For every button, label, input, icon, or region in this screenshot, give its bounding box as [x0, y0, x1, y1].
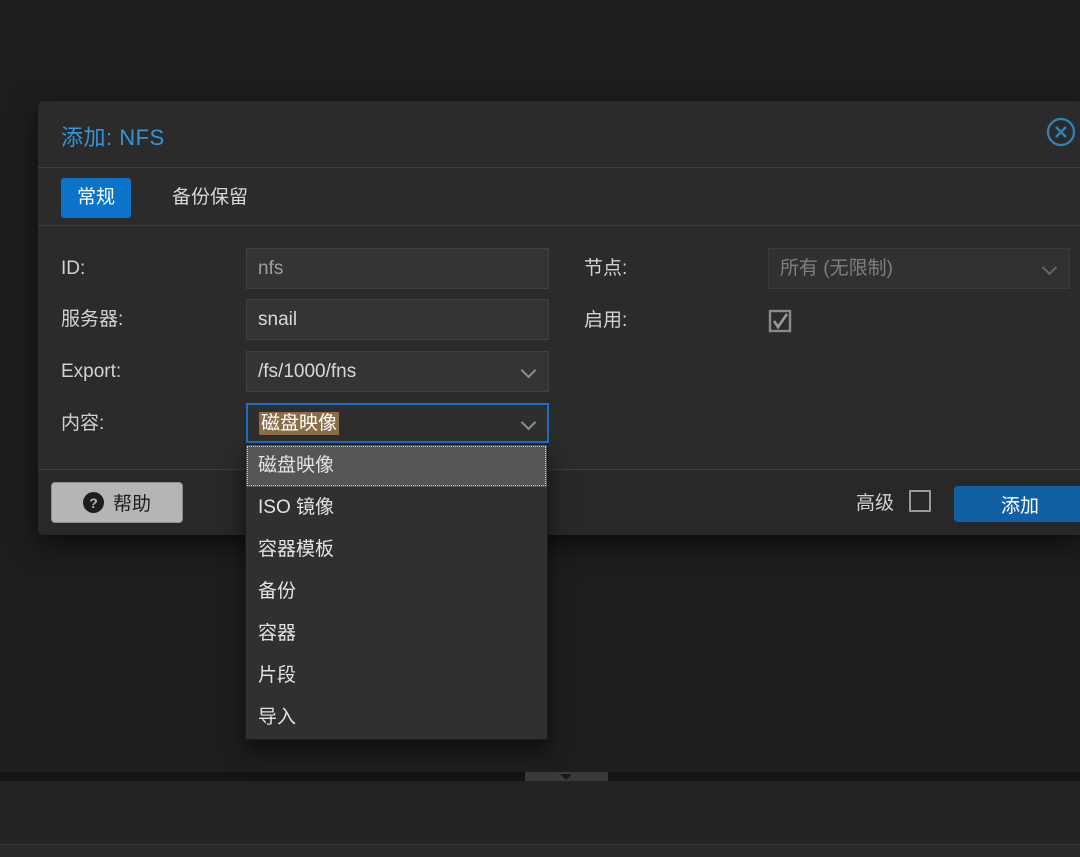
server-label: 服务器: — [61, 299, 231, 340]
dropdown-item-iso-image[interactable]: ISO 镜像 — [246, 487, 547, 529]
server-input[interactable] — [246, 299, 549, 340]
dropdown-item-disk-image[interactable]: 磁盘映像 — [246, 445, 547, 487]
add-button[interactable]: 添加 — [954, 486, 1080, 522]
id-label: ID: — [61, 248, 231, 289]
content-combobox[interactable]: 磁盘映像 — [246, 403, 549, 443]
bottom-panel — [0, 781, 1080, 844]
tab-backup-retention[interactable]: 备份保留 — [156, 178, 264, 218]
add-nfs-dialog: 添加: NFS 常规 备份保留 ID: 服务器: Export: /fs/100… — [37, 100, 1080, 535]
bottom-panel-splitter[interactable] — [0, 772, 1080, 781]
dropdown-item-import[interactable]: 导入 — [246, 697, 547, 739]
close-button[interactable] — [1045, 116, 1077, 148]
circle-x-icon — [1045, 116, 1077, 148]
content-label: 内容: — [61, 403, 231, 444]
dropdown-item-container[interactable]: 容器 — [246, 613, 547, 655]
help-button[interactable]: ? 帮助 — [51, 482, 183, 523]
chevron-down-icon — [521, 363, 537, 379]
status-bar — [0, 844, 1080, 857]
workspace: 添加: NFS 常规 备份保留 ID: 服务器: Export: /fs/100… — [0, 0, 1080, 857]
dialog-footer: ? 帮助 高级 添加 — [38, 469, 1080, 535]
export-value: /fs/1000/fns — [258, 361, 356, 382]
collapse-down-icon — [560, 774, 572, 780]
chevron-down-icon — [521, 415, 537, 431]
dropdown-item-backup[interactable]: 备份 — [246, 571, 547, 613]
tab-general[interactable]: 常规 — [61, 178, 131, 218]
enable-label: 启用: — [584, 309, 754, 333]
export-label: Export: — [61, 351, 231, 392]
id-input[interactable] — [246, 248, 549, 289]
content-dropdown-list: 磁盘映像 ISO 镜像 容器模板 备份 容器 片段 导入 — [245, 444, 548, 740]
help-button-label: 帮助 — [113, 489, 151, 516]
dropdown-item-container-template[interactable]: 容器模板 — [246, 529, 547, 571]
content-selected-value: 磁盘映像 — [259, 412, 339, 435]
nodes-label: 节点: — [584, 248, 754, 289]
splitter-collapse-handle[interactable] — [525, 772, 608, 781]
dialog-title: 添加: NFS — [61, 120, 165, 152]
advanced-label: 高级 — [856, 486, 894, 521]
nodes-combobox: 所有 (无限制) — [768, 248, 1070, 289]
dropdown-item-snippets[interactable]: 片段 — [246, 655, 547, 697]
question-circle-icon: ? — [83, 492, 104, 513]
nodes-value: 所有 (无限制) — [780, 258, 893, 279]
dialog-form: ID: 服务器: Export: /fs/1000/fns 内容: 磁盘映像 节… — [38, 227, 1080, 469]
dialog-header: 添加: NFS — [38, 101, 1080, 168]
export-combobox[interactable]: /fs/1000/fns — [246, 351, 549, 392]
advanced-checkbox[interactable] — [909, 490, 931, 512]
dialog-tabbar: 常规 备份保留 — [38, 169, 1080, 226]
enable-checkbox[interactable] — [768, 309, 792, 333]
checked-checkbox-icon — [768, 309, 792, 333]
chevron-down-icon — [1042, 260, 1058, 276]
